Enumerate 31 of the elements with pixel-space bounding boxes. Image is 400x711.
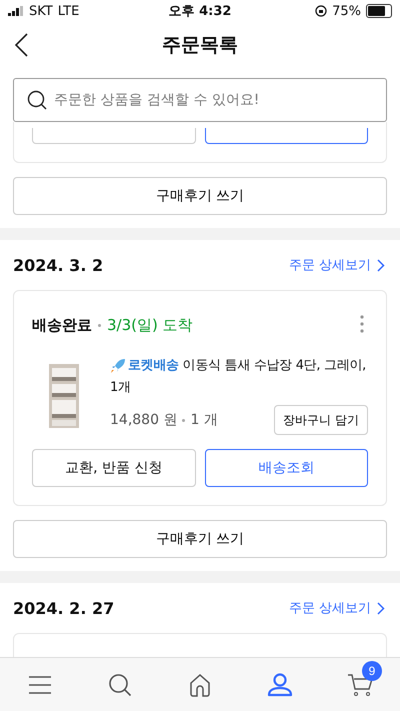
clock-time: 오후 4:32 bbox=[168, 3, 232, 20]
cart-count-badge: 9 bbox=[362, 660, 382, 680]
action-button[interactable] bbox=[204, 128, 368, 144]
review-button[interactable]: 구매후기 쓰기 bbox=[13, 177, 387, 215]
search-icon bbox=[27, 90, 47, 110]
order-date: 2024. 2. 27 bbox=[13, 598, 114, 618]
search-field[interactable]: 주문한 상품을 검색할 수 있어요! bbox=[13, 78, 387, 122]
battery-icon bbox=[366, 4, 392, 18]
signal-icon bbox=[8, 6, 24, 16]
add-to-cart-button[interactable]: 장바구니 담기 bbox=[274, 405, 368, 435]
delivery-status: 배송완료 bbox=[32, 316, 92, 334]
separator-dot bbox=[182, 418, 186, 422]
review-button[interactable]: 구매후기 쓰기 bbox=[13, 520, 387, 558]
page-title: 주문목록 bbox=[162, 33, 238, 58]
arrival-date: 3/3(일) 도착 bbox=[107, 316, 193, 334]
order-date: 2024. 3. 2 bbox=[13, 256, 104, 274]
chevron-icon bbox=[377, 258, 385, 272]
rocket-icon bbox=[110, 358, 126, 374]
action-button[interactable]: 교환, 반품 신청 bbox=[32, 449, 196, 487]
carrier-name: SKT bbox=[29, 4, 53, 18]
action-button[interactable]: 배송조회 bbox=[204, 449, 368, 487]
order-detail-link[interactable]: 주문 상세보기 bbox=[288, 599, 387, 617]
chevron-icon bbox=[377, 602, 385, 614]
quantity: 1 개 bbox=[190, 411, 218, 429]
price: 14,880 원 bbox=[110, 411, 178, 429]
order-detail-link[interactable]: 주문 상세보기 bbox=[288, 256, 387, 274]
network-type: LTE bbox=[58, 4, 80, 18]
battery-percent: 75% bbox=[332, 4, 361, 18]
separator-dot bbox=[98, 324, 101, 326]
rotation-lock-icon bbox=[315, 5, 328, 17]
product-title[interactable]: 로켓배송 이동식 틈새 수납장 4단, 그레이, 1개 bbox=[110, 355, 368, 399]
